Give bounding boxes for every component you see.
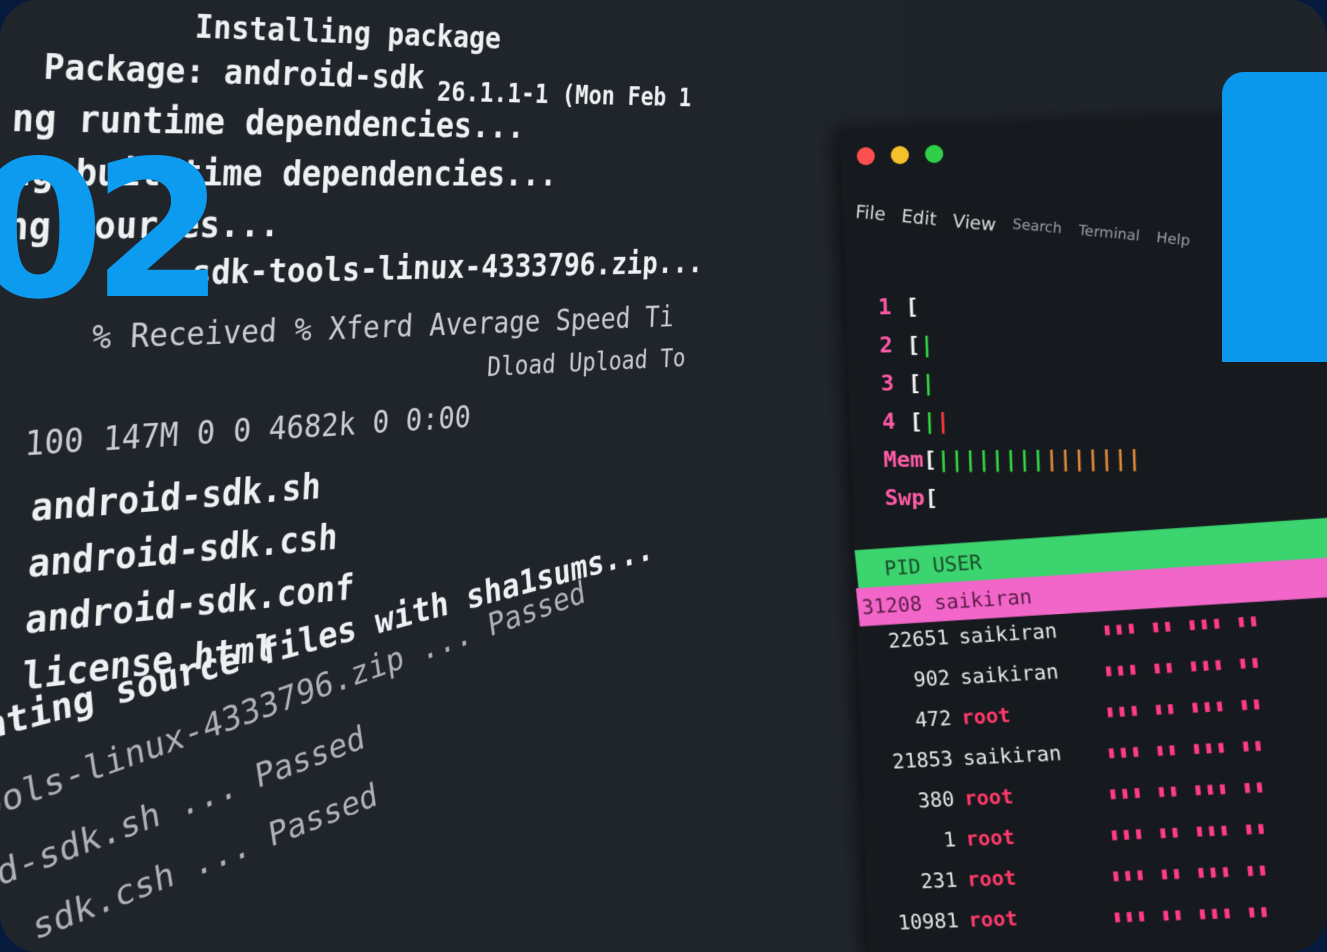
table-row[interactable]: 231 root ▮▮▮ ▮▮ ▮▮▮ ▮▮: [866, 846, 1327, 896]
menu-bar: File Edit View Search Terminal Help: [855, 202, 1191, 255]
menu-search[interactable]: Search: [1011, 216, 1063, 242]
terminal-line: Dload Upload To: [486, 343, 687, 384]
memory-meter: Mem[|||||||||||||||: [883, 446, 1142, 473]
terminal-line: Package: android-sdk: [42, 46, 426, 97]
cpu-meter: 4 [||: [881, 409, 951, 435]
terminal-line: sdk-tools-linux-4333796.zip...: [190, 245, 704, 293]
window-controls: [856, 144, 944, 166]
section-number: 02: [0, 120, 224, 341]
table-row[interactable]: 10981 root ▮▮▮ ▮▮ ▮▮▮ ▮▮: [867, 888, 1327, 935]
blue-accent-shape: [1222, 72, 1327, 362]
menu-terminal[interactable]: Terminal: [1077, 223, 1141, 250]
terminal-line: Installing package: [194, 7, 502, 57]
cpu-meter: 1[: [877, 294, 920, 321]
minimize-button[interactable]: [890, 145, 910, 165]
close-button[interactable]: [856, 146, 876, 166]
menu-edit[interactable]: Edit: [901, 206, 938, 230]
cpu-meter: 3 [|: [880, 370, 936, 397]
terminal-line: 100 147M 0 0 4682k 0 0:00: [23, 399, 472, 465]
swap-meter: Swp[: [884, 485, 939, 512]
maximize-button[interactable]: [924, 144, 944, 164]
cpu-meter: 2 [|: [879, 332, 934, 359]
terminal-photo: Installing package Package: android-sdk …: [0, 0, 1327, 952]
menu-file[interactable]: File: [855, 202, 887, 226]
menu-help[interactable]: Help: [1155, 230, 1191, 255]
menu-view[interactable]: View: [952, 211, 997, 236]
